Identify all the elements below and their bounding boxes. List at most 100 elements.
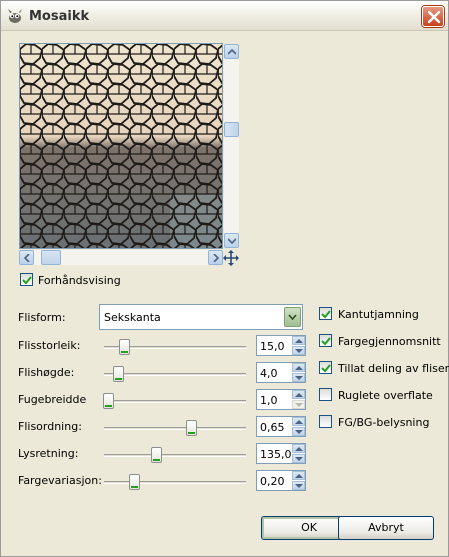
spin-value[interactable]: 15,0 [260,340,285,353]
scroll-down-button[interactable] [224,233,239,248]
spin-down-button[interactable] [292,454,305,463]
spin-down-button[interactable] [292,373,305,382]
arrow-down-icon [295,484,303,488]
move-arrows-icon[interactable] [223,250,239,266]
spin-value[interactable]: 4,0 [260,367,278,380]
spin-up-button[interactable] [292,336,305,345]
spin-up-button[interactable] [292,363,305,372]
slider-thumb[interactable] [113,366,124,382]
checkmark-icon [321,337,331,346]
slider-label: Flisstorleik: [18,339,81,352]
spin-value[interactable]: 0,65 [260,421,285,434]
option-label: Tillat deling av fliser [338,362,449,375]
slider-thumb[interactable] [151,447,162,463]
slider-thumb[interactable] [186,420,197,436]
spin-down-button[interactable] [292,346,305,355]
vertical-scroll-thumb[interactable] [224,122,239,137]
slider-label: Fugebreidde [18,393,87,406]
spin-down-button[interactable] [292,427,305,436]
spin-value[interactable]: 1,0 [260,394,278,407]
option-label: Ruglete overflate [338,389,433,402]
slider-thumb[interactable] [103,393,114,409]
cancel-button[interactable]: Avbryt [338,516,434,540]
spin-buttons[interactable] [292,417,305,436]
arrow-down-icon [295,376,303,380]
arrow-up-icon [295,474,303,478]
spin-buttons[interactable] [292,363,305,382]
spin-buttons[interactable] [292,390,305,409]
option-label: Kantutjamning [338,308,419,321]
option-checkbox[interactable] [319,415,332,428]
spin-up-button[interactable] [292,471,305,480]
option-checkbox[interactable] [319,361,332,374]
spin-buttons[interactable] [292,471,305,490]
value-spinbox[interactable]: 1,0 [256,389,306,410]
spin-buttons[interactable] [292,336,305,355]
arrow-up-icon [295,420,303,424]
option-checkbox[interactable] [319,334,332,347]
arrow-down-icon [295,403,303,407]
arrow-up-icon [295,447,303,451]
cancel-label: Avbryt [368,521,404,534]
slider-label: Flishøgde: [18,366,75,379]
arrow-left-icon [23,254,30,262]
slider-track[interactable] [104,400,246,403]
gimp-icon [8,9,22,23]
arrow-right-icon [213,254,220,262]
option-label: Fargegjennomsnitt [338,335,441,348]
mosaic-preview-canvas [20,44,222,248]
spin-value[interactable]: 135,0 [260,448,292,461]
slider-track[interactable] [104,373,246,376]
slider-thumb[interactable] [129,474,140,490]
value-spinbox[interactable]: 0,20 [256,470,306,491]
preview-image [19,43,223,249]
spin-up-button[interactable] [292,417,305,426]
ok-label: OK [301,521,317,534]
window-title: Mosaikk [29,9,90,24]
checkmark-icon [321,364,331,373]
option-checkbox[interactable] [319,388,332,401]
arrow-down-icon [295,430,303,434]
spin-down-button[interactable] [292,400,305,409]
spin-up-button[interactable] [292,444,305,453]
scroll-left-button[interactable] [19,250,34,265]
horizontal-scroll-thumb[interactable] [41,250,61,265]
title-bar[interactable]: Mosaikk [1,1,448,31]
value-spinbox[interactable]: 15,0 [256,335,306,356]
option-checkbox[interactable] [319,307,332,320]
arrow-up-icon [295,339,303,343]
preview-label: Forhåndsvising [38,274,121,287]
mosaic-dialog: Mosaikk Forhåndsvising Flisform: Sekskan… [0,0,449,557]
value-spinbox[interactable]: 4,0 [256,362,306,383]
spin-down-button[interactable] [292,481,305,490]
arrow-down-icon [295,349,303,353]
tile-form-dropdown[interactable]: Sekskanta [99,304,303,330]
arrow-up-icon [295,393,303,397]
close-button[interactable] [422,6,444,27]
arrow-down-icon [228,238,236,245]
arrow-down-icon [295,457,303,461]
preview-checkbox[interactable] [20,273,33,286]
value-spinbox[interactable]: 135,0 [256,443,306,464]
preview-horizontal-scrollbar[interactable] [19,250,223,265]
spin-buttons[interactable] [292,444,305,463]
spin-up-button[interactable] [292,390,305,399]
checkmark-icon [321,310,331,319]
close-icon [427,10,441,24]
slider-thumb[interactable] [119,339,130,355]
spin-value[interactable]: 0,20 [260,475,285,488]
scroll-right-button[interactable] [208,250,223,265]
chevron-down-icon [288,314,297,320]
value-spinbox[interactable]: 0,65 [256,416,306,437]
tile-form-label: Flisform: [18,311,66,324]
preview-vertical-scrollbar[interactable] [224,44,239,248]
slider-track[interactable] [104,481,246,484]
scroll-up-button[interactable] [224,44,239,59]
arrow-up-icon [228,48,236,55]
tile-form-value: Sekskanta [104,311,161,324]
dropdown-button[interactable] [284,307,301,327]
slider-track[interactable] [104,427,246,430]
option-label: FG/BG-belysning [338,416,430,429]
slider-label: Lysretning: [18,447,79,460]
slider-track[interactable] [104,454,246,457]
